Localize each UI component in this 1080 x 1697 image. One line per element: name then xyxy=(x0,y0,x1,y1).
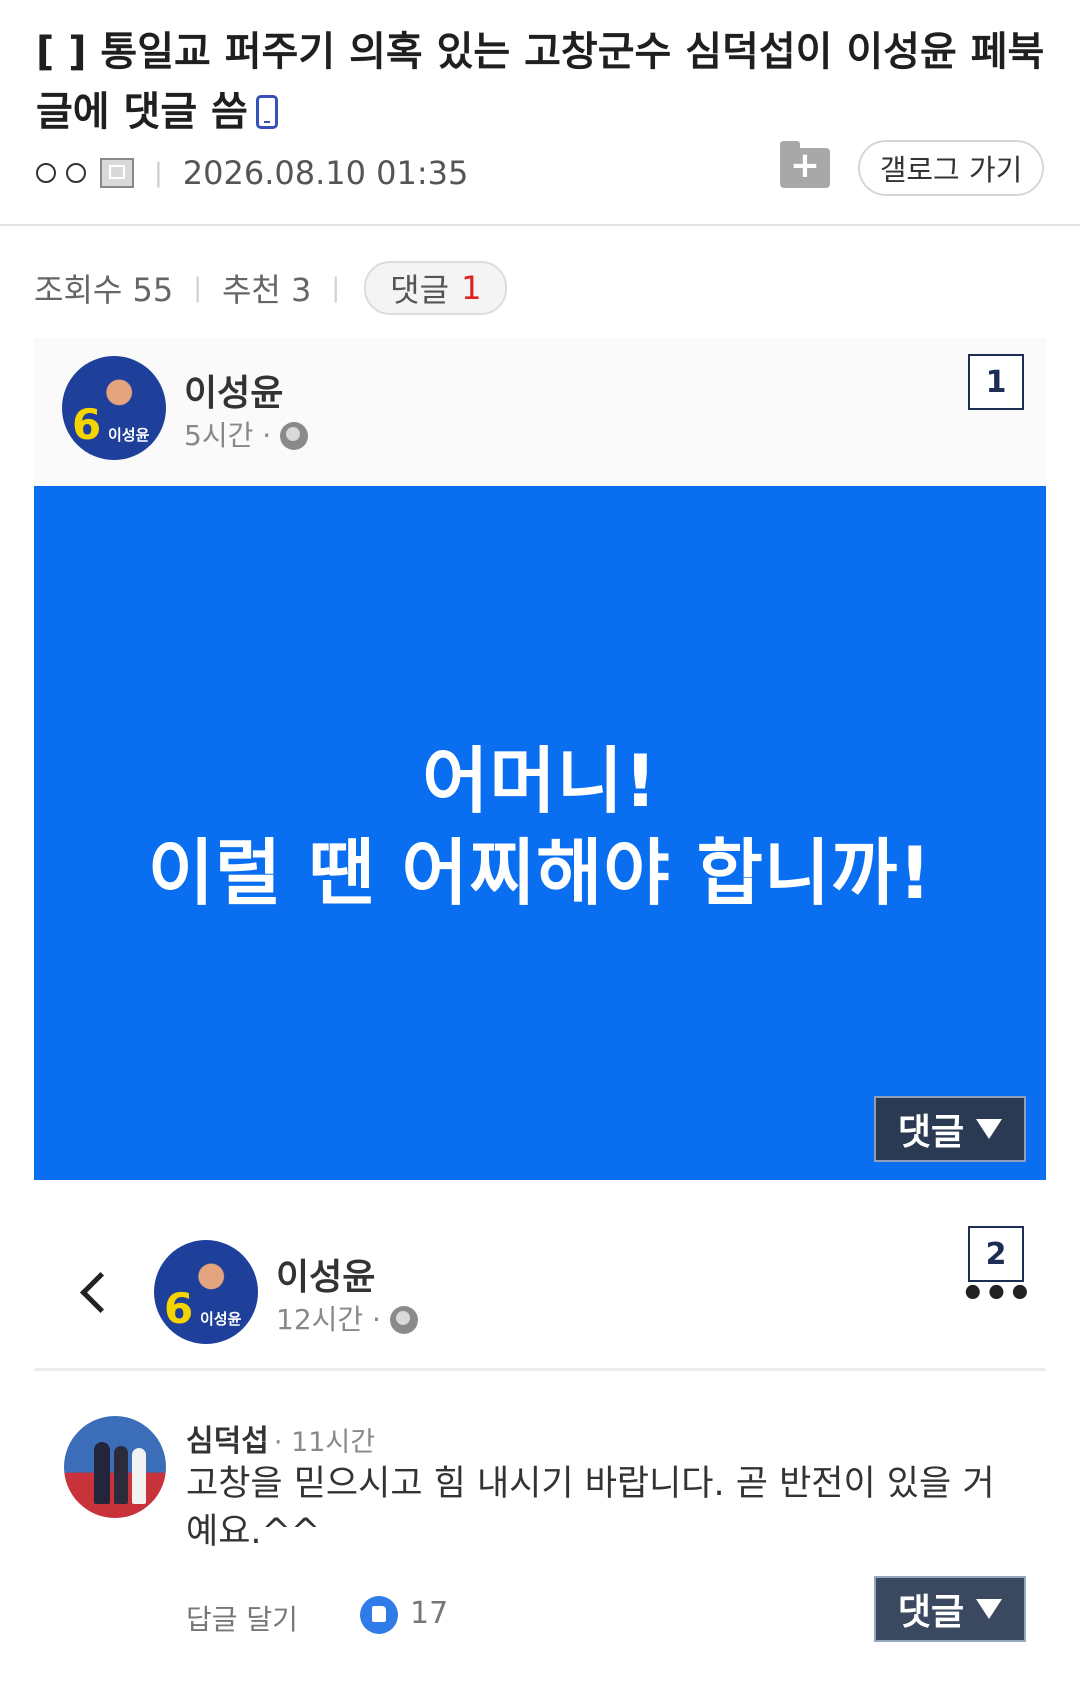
avatar-figure xyxy=(114,1446,128,1504)
recommend-count: 추천 3 xyxy=(221,271,312,309)
comment-toggle-label: 댓글 xyxy=(897,1112,965,1153)
meta-divider: | xyxy=(154,158,163,188)
post-time-text: 12시간 · xyxy=(276,1303,381,1336)
post-divider xyxy=(34,1368,1046,1371)
post-time: 12시간 · xyxy=(276,1298,418,1338)
header-divider xyxy=(0,224,1080,226)
nickname-icon xyxy=(100,158,134,188)
commenter-name: 심덕섭 xyxy=(186,1424,269,1459)
author-name: 이성윤 xyxy=(276,1257,376,1298)
author-avatar: 6 이성윤 xyxy=(62,356,166,460)
commenter-avatar xyxy=(64,1416,166,1518)
comment-text: 고창을 믿으시고 힘 내시기 바랍니다. 곧 반전이 있을 거 예요.^^ xyxy=(186,1460,1026,1556)
avatar-figure xyxy=(132,1448,146,1504)
avatar-caption: 이성윤 xyxy=(200,1310,242,1328)
panel-text-line1: 어머니! xyxy=(422,739,658,823)
post-datetime: 2026.08.10 01:35 xyxy=(182,154,469,192)
stats-divider: | xyxy=(331,273,341,303)
post-title: [ ] 통일교 퍼주기 의혹 있는 고창군수 심덕섭이 이성윤 페북글에 댓글 … xyxy=(36,22,1046,142)
globe-icon xyxy=(389,1306,418,1334)
panel-text-line2: 이럴 땐 어찌해야 합니까! xyxy=(147,831,933,915)
post-time-text: 5시간 · xyxy=(184,419,272,452)
avatar-caption: 이성윤 xyxy=(108,426,150,444)
gallog-button[interactable]: 갤로그 가기 xyxy=(858,140,1044,196)
author-avatar: 6 이성윤 xyxy=(154,1240,258,1344)
comment-toggle-button[interactable]: 댓글 xyxy=(874,1096,1026,1162)
avatar-number: 6 xyxy=(164,1284,194,1333)
comment-header: 심덕섭 · 11시간 xyxy=(186,1416,375,1460)
globe-icon xyxy=(280,422,309,450)
screenshot-number-1: 1 xyxy=(968,354,1024,410)
avatar-number: 6 xyxy=(72,400,102,449)
stats-divider: | xyxy=(193,273,202,303)
comment-label: 댓글 xyxy=(390,271,450,309)
reply-link[interactable]: 답글 달기 xyxy=(186,1598,298,1638)
like-icon xyxy=(360,1596,398,1634)
caret-down-icon xyxy=(976,1119,1003,1139)
comment-toggle-label: 댓글 xyxy=(897,1592,965,1633)
author-mask-icon xyxy=(66,163,86,183)
post-title-text: [ ] 통일교 퍼주기 의혹 있는 고창군수 심덕섭이 이성윤 페북글에 댓글 … xyxy=(36,29,1045,135)
add-folder-button[interactable]: + xyxy=(780,141,830,188)
more-options-icon[interactable]: ••• xyxy=(960,1274,1033,1314)
post-meta: | 2026.08.10 01:35 xyxy=(36,150,468,196)
post-time: 5시간 · xyxy=(184,414,309,454)
comment-text-line2: 예요.^^ xyxy=(186,1512,321,1552)
comment-time: · 11시간 xyxy=(273,1427,376,1458)
mobile-icon xyxy=(255,95,278,129)
author-name: 이성윤 xyxy=(184,373,284,414)
comment-count: 1 xyxy=(461,269,482,307)
caret-down-icon xyxy=(976,1599,1003,1619)
plus-icon: + xyxy=(789,145,821,186)
view-count: 조회수 55 xyxy=(34,271,174,309)
like-count: 17 xyxy=(410,1596,449,1631)
comment-text-line1: 고창을 믿으시고 힘 내시기 바랍니다. 곧 반전이 있을 거 xyxy=(186,1464,995,1504)
avatar-figure xyxy=(94,1442,110,1504)
back-chevron-icon[interactable] xyxy=(79,1271,122,1314)
comment-toggle-button[interactable]: 댓글 xyxy=(874,1576,1026,1642)
fb-image-panel: 어머니! 이럴 땐 어찌해야 합니까! xyxy=(34,486,1046,1180)
author-mask-icon xyxy=(36,163,56,183)
post-stats: 조회수 55 | 추천 3 | 댓글 1 xyxy=(34,261,508,315)
comment-count-button[interactable]: 댓글 1 xyxy=(364,261,508,315)
